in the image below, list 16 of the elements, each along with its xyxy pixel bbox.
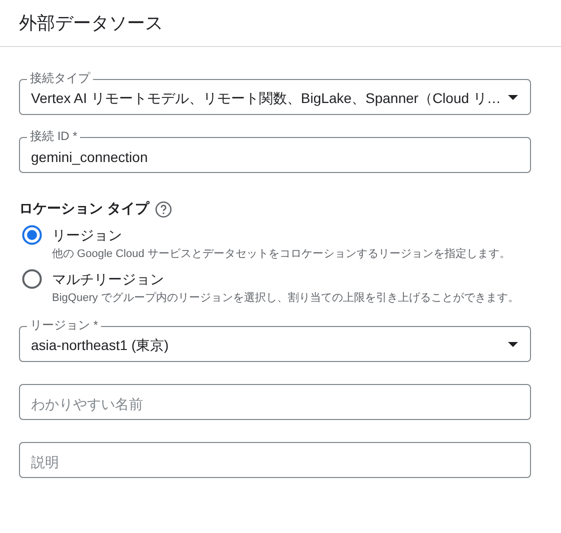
help-icon[interactable]	[154, 200, 172, 218]
radio-label: リージョン	[52, 226, 123, 245]
section-label: ロケーション タイプ	[19, 200, 149, 218]
caret-icon	[508, 342, 518, 346]
text-field[interactable]: 説明	[19, 442, 531, 478]
panel-title: 外部データソース	[19, 12, 163, 35]
caret-icon	[508, 94, 518, 100]
field-label: リージョン *	[27, 318, 102, 332]
option-description: 他の Google Cloud サービスとデータセットをコロケーションするリージョンを指定します。	[52, 246, 510, 262]
text-field[interactable]: わかりやすい名前	[19, 384, 531, 420]
field-label: 接続タイプ	[27, 71, 93, 85]
radio-label: マルチリージョン	[52, 270, 165, 289]
radio-button[interactable]	[22, 269, 42, 289]
field-label: 接続 ID *	[27, 129, 80, 143]
option-description: BigQuery でグループ内のリージョンを選択し、割り当ての上限を引き上げることができます。	[52, 290, 519, 306]
radio-button[interactable]	[22, 225, 42, 245]
